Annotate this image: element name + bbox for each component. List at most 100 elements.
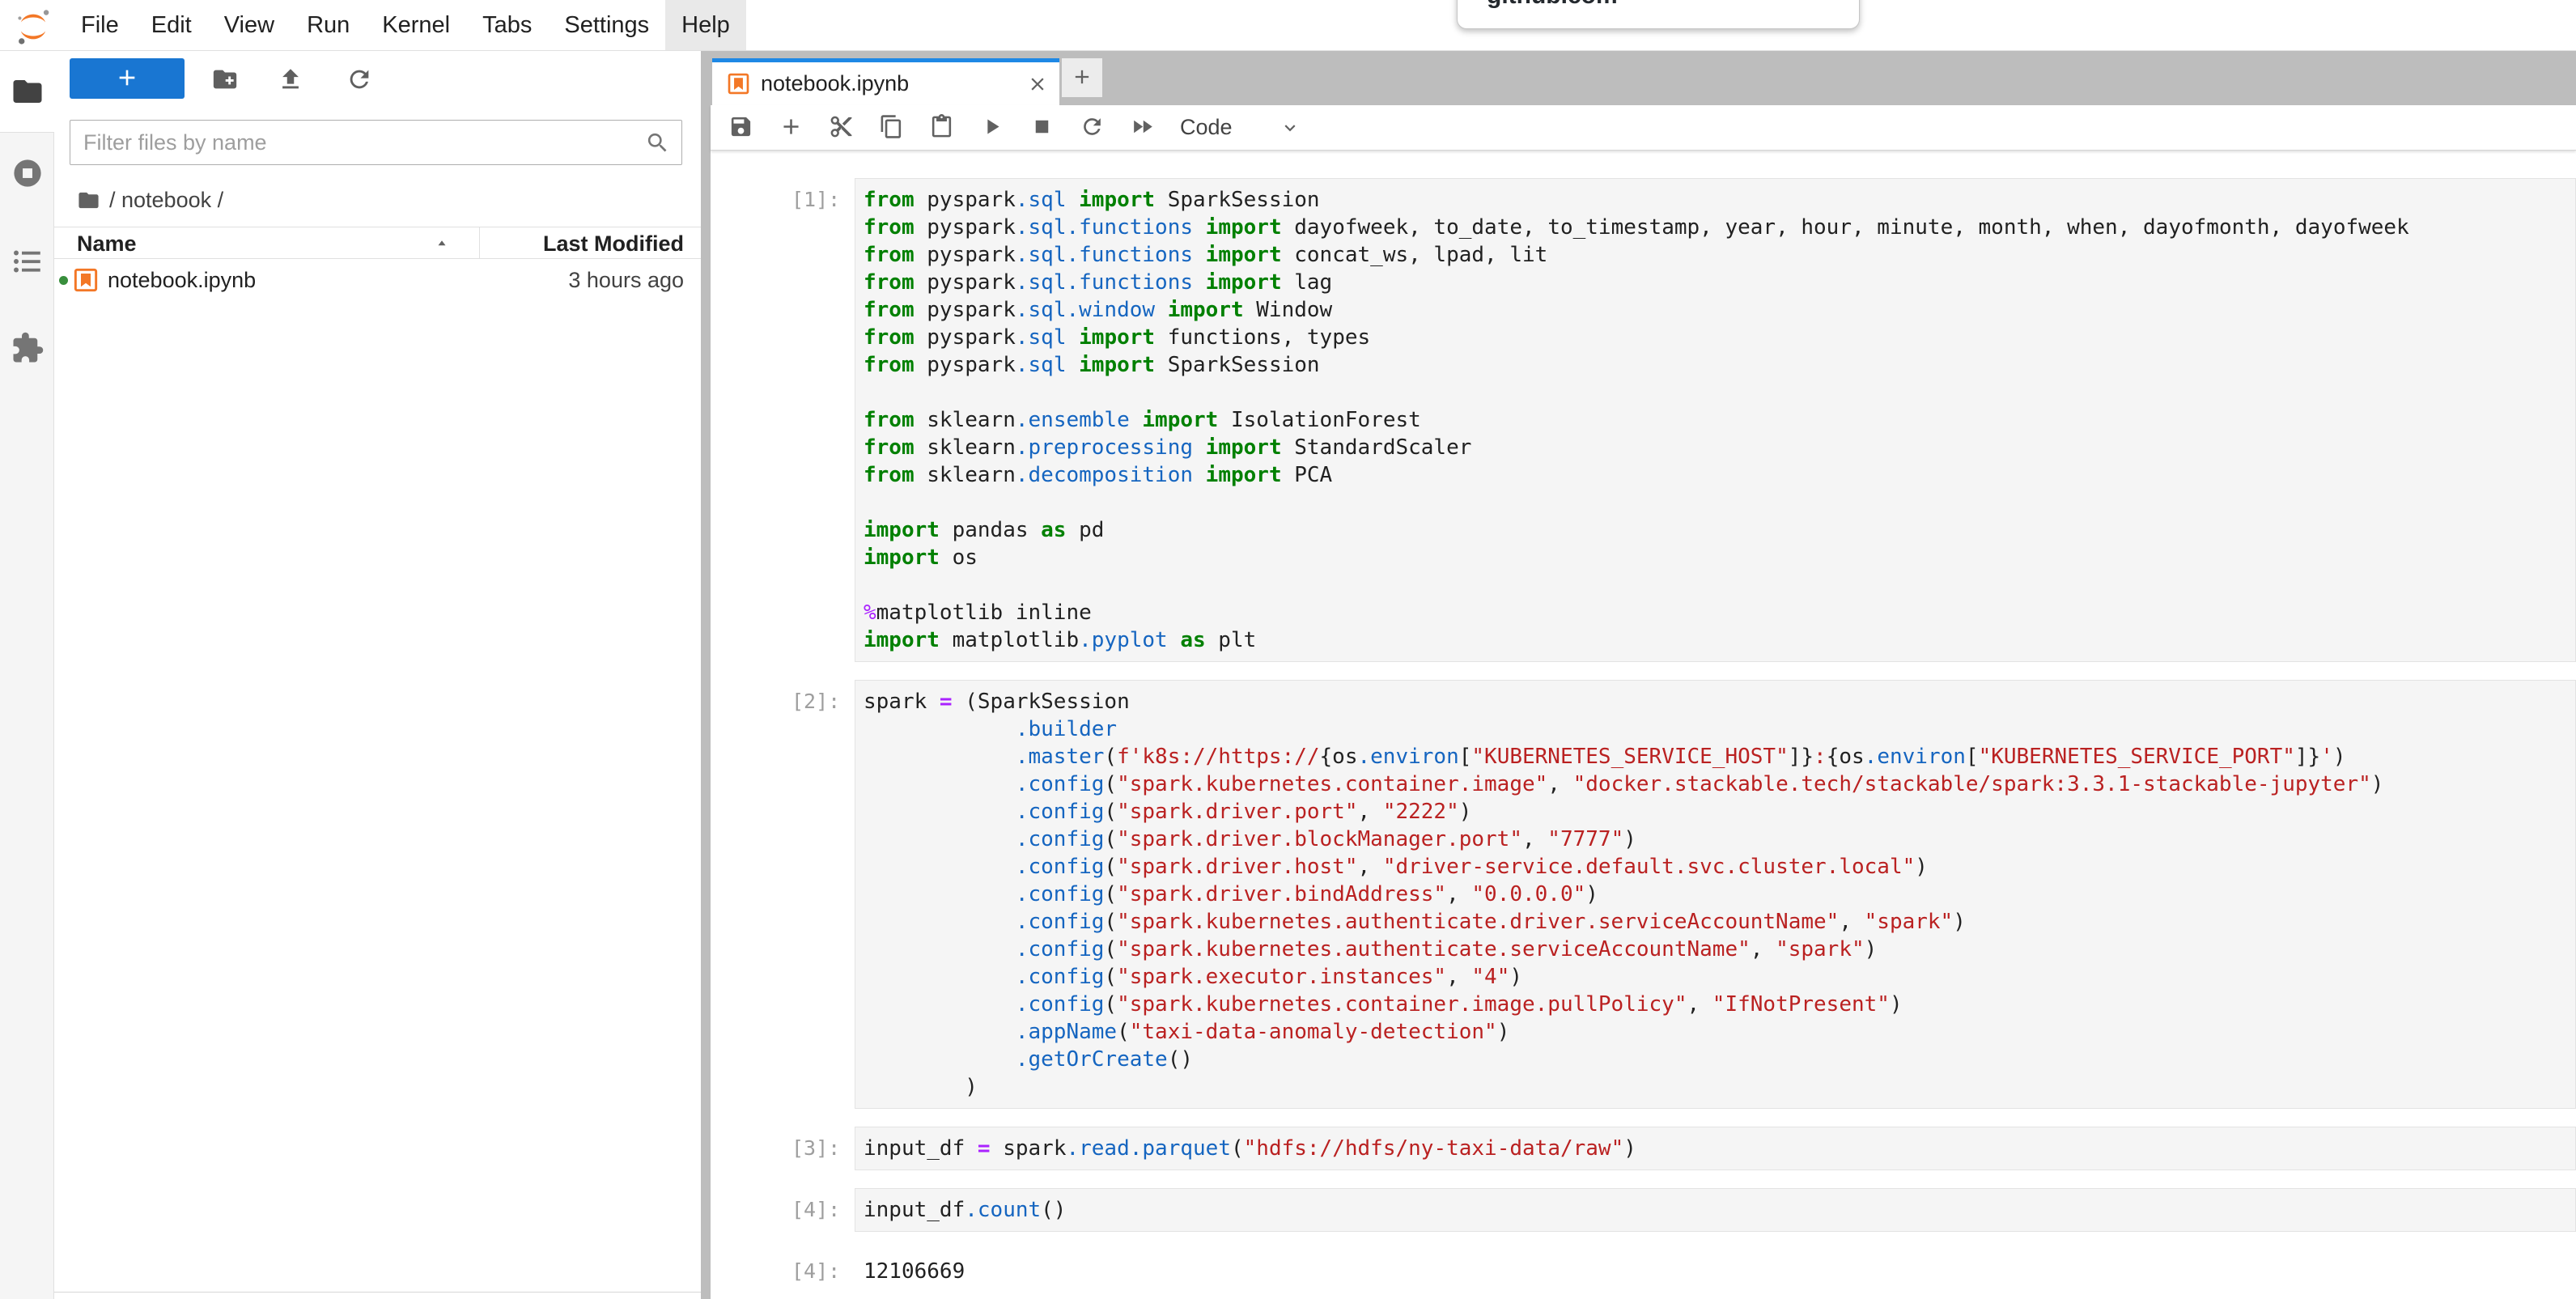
input-prompt: [2]: bbox=[791, 680, 855, 1109]
code-line bbox=[864, 571, 2567, 599]
code-line: from pyspark.sql import SparkSession bbox=[864, 186, 2567, 214]
menu-item-run[interactable]: Run bbox=[291, 0, 366, 50]
code-line: .appName("taxi-data-anomaly-detection") bbox=[864, 1018, 2567, 1046]
new-launcher-button[interactable] bbox=[70, 58, 185, 99]
code-editor[interactable]: input_df.count() bbox=[855, 1188, 2576, 1232]
paste-cells-button[interactable] bbox=[916, 108, 966, 148]
code-line: from pyspark.sql.window import Window bbox=[864, 296, 2567, 324]
code-editor[interactable]: spark = (SparkSession .builder .master(f… bbox=[855, 680, 2576, 1109]
menu-item-edit[interactable]: Edit bbox=[135, 0, 208, 50]
menu-item-kernel[interactable]: Kernel bbox=[366, 0, 466, 50]
github-popup: github.com bbox=[1457, 0, 1860, 29]
sidebar-strip bbox=[0, 50, 54, 1299]
code-line: input_df.count() bbox=[864, 1196, 2567, 1224]
running-sessions-icon[interactable] bbox=[11, 156, 45, 190]
sort-ascending-icon bbox=[435, 236, 449, 251]
extensions-icon[interactable] bbox=[11, 331, 45, 365]
code-line: .getOrCreate() bbox=[864, 1046, 2567, 1073]
output-cell: [4]: 12106669 bbox=[791, 1250, 2576, 1293]
code-line: from sklearn.preprocessing import Standa… bbox=[864, 434, 2567, 461]
save-icon bbox=[728, 114, 753, 139]
code-line: from sklearn.decomposition import PCA bbox=[864, 461, 2567, 489]
code-editor[interactable]: input_df = spark.read.parquet("hdfs://hd… bbox=[855, 1127, 2576, 1170]
stop-circle-icon bbox=[11, 156, 45, 190]
menu-items: FileEditViewRunKernelTabsSettingsHelp bbox=[65, 0, 746, 50]
input-prompt: [3]: bbox=[791, 1127, 855, 1170]
run-cell-button[interactable] bbox=[966, 108, 1016, 148]
code-line: from pyspark.sql import SparkSession bbox=[864, 351, 2567, 379]
code-line: import matplotlib.pyplot as plt bbox=[864, 626, 2567, 654]
file-row[interactable]: notebook.ipynb 3 hours ago bbox=[54, 262, 701, 298]
run-icon bbox=[979, 114, 1004, 139]
code-line: from pyspark.sql.functions import concat… bbox=[864, 241, 2567, 269]
menu-item-settings[interactable]: Settings bbox=[548, 0, 665, 50]
github-popup-text: github.com bbox=[1487, 0, 1859, 10]
column-divider bbox=[479, 227, 480, 258]
cut-cells-button[interactable] bbox=[816, 108, 866, 148]
notebook-toolbar: Code bbox=[711, 105, 2576, 151]
add-cell-button[interactable] bbox=[766, 108, 816, 148]
new-folder-button[interactable] bbox=[211, 66, 239, 93]
code-line: 12106669 bbox=[864, 1258, 2567, 1285]
run-all-icon bbox=[1130, 114, 1155, 139]
copy-cells-button[interactable] bbox=[866, 108, 916, 148]
code-line: %matplotlib inline bbox=[864, 599, 2567, 626]
code-line: from pyspark.sql.functions import dayofw… bbox=[864, 214, 2567, 241]
new-tab-button[interactable] bbox=[1062, 58, 1102, 97]
column-header-name[interactable]: Name bbox=[77, 231, 137, 257]
folder-icon bbox=[11, 74, 45, 108]
filter-files-input[interactable] bbox=[70, 120, 682, 165]
cut-icon bbox=[829, 114, 854, 139]
menu-item-file[interactable]: File bbox=[65, 0, 135, 50]
code-line: .config("spark.driver.host", "driver-ser… bbox=[864, 853, 2567, 881]
code-line: .config("spark.kubernetes.authenticate.s… bbox=[864, 936, 2567, 963]
upload-button[interactable] bbox=[277, 66, 304, 93]
code-line: import os bbox=[864, 544, 2567, 571]
menu-item-tabs[interactable]: Tabs bbox=[466, 0, 548, 50]
code-line: .master(f'k8s://https://{os.environ["KUB… bbox=[864, 743, 2567, 770]
plus-icon bbox=[1071, 66, 1093, 88]
interrupt-kernel-button[interactable] bbox=[1016, 108, 1067, 148]
list-icon bbox=[11, 244, 45, 278]
code-line: .config("spark.kubernetes.container.imag… bbox=[864, 991, 2567, 1018]
code-line: .config("spark.kubernetes.authenticate.d… bbox=[864, 908, 2567, 936]
notebook-icon bbox=[727, 72, 750, 96]
code-line bbox=[864, 379, 2567, 406]
breadcrumb[interactable]: / notebook / bbox=[77, 186, 223, 214]
menu-item-view[interactable]: View bbox=[208, 0, 291, 50]
code-line: from sklearn.ensemble import IsolationFo… bbox=[864, 406, 2567, 434]
filebrowser-bottom-border bbox=[54, 1292, 701, 1293]
column-header-modified[interactable]: Last Modified bbox=[543, 231, 684, 257]
breadcrumb-path: / notebook / bbox=[109, 188, 223, 213]
code-line: input_df = spark.read.parquet("hdfs://hd… bbox=[864, 1135, 2567, 1162]
puzzle-icon bbox=[11, 331, 45, 365]
home-folder-icon bbox=[77, 189, 100, 212]
cell-type-dropdown[interactable]: Code bbox=[1180, 115, 1301, 140]
refresh-button[interactable] bbox=[346, 66, 373, 93]
restart-kernel-button[interactable] bbox=[1067, 108, 1117, 148]
refresh-icon bbox=[346, 66, 373, 93]
menu-item-help[interactable]: Help bbox=[665, 0, 746, 50]
restart-icon bbox=[1080, 114, 1105, 139]
save-button[interactable] bbox=[715, 108, 766, 148]
kernel-running-dot bbox=[59, 276, 68, 285]
plus-icon bbox=[114, 65, 140, 91]
code-line bbox=[864, 489, 2567, 516]
file-browser-icon[interactable] bbox=[11, 74, 45, 108]
code-cell: [3]: input_df = spark.read.parquet("hdfs:… bbox=[791, 1127, 2576, 1170]
file-modified: 3 hours ago bbox=[568, 268, 684, 293]
dock-tab-bar: notebook.ipynb bbox=[711, 50, 2576, 105]
code-line: ) bbox=[864, 1073, 2567, 1101]
output-prompt: [4]: bbox=[791, 1250, 855, 1293]
output-area: 12106669 bbox=[855, 1250, 2576, 1293]
panel-resize-handle[interactable] bbox=[701, 50, 711, 1299]
tab-notebook[interactable]: notebook.ipynb bbox=[712, 58, 1059, 105]
file-browser-panel: / notebook / Name Last Modified notebook… bbox=[54, 50, 701, 1299]
restart-run-all-button[interactable] bbox=[1117, 108, 1167, 148]
code-line: spark = (SparkSession bbox=[864, 688, 2567, 715]
input-prompt: [4]: bbox=[791, 1188, 855, 1232]
code-editor[interactable]: from pyspark.sql import SparkSessionfrom… bbox=[855, 178, 2576, 662]
close-tab-icon[interactable] bbox=[1027, 74, 1048, 95]
table-of-contents-icon[interactable] bbox=[11, 244, 45, 278]
file-name: notebook.ipynb bbox=[108, 268, 256, 293]
